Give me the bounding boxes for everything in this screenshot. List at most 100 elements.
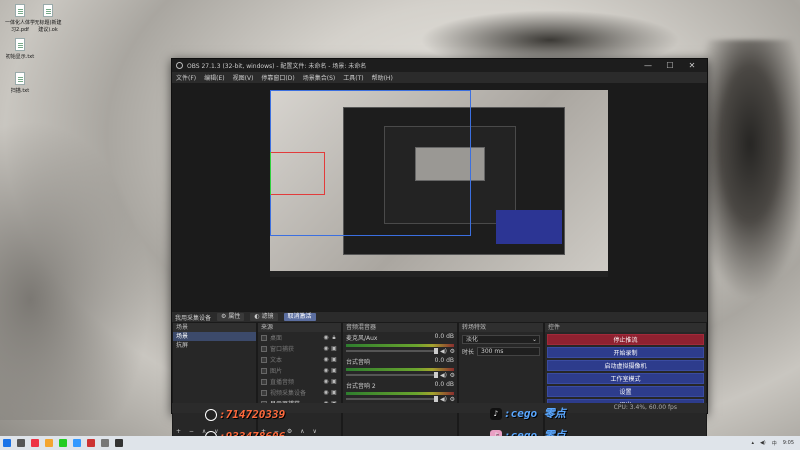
start-virtual-camera-button[interactable]: 启动虚拟摄像机 <box>547 360 704 371</box>
lock-icon[interactable]: ▣ <box>330 378 338 385</box>
mixer-header: 音频混音器 <box>343 323 457 332</box>
menu-edit[interactable]: 编辑(E) <box>204 73 224 82</box>
desktop-icon[interactable]: 无标题(新建 建议).ok <box>28 4 68 33</box>
obs-window: OBS 27.1.3 (32-bit, windows) - 配置文件: 未命名… <box>171 58 708 437</box>
source-item[interactable]: 直播音频 ◉ ▣ <box>258 376 341 387</box>
app-icon[interactable] <box>59 439 67 447</box>
filters-label: 滤镜 <box>261 313 274 320</box>
app-icon[interactable] <box>31 439 39 447</box>
source-item[interactable]: 视频采集设备 ◉ ▣ <box>258 387 341 398</box>
context-bar: 我用采集设备 ⚙ 属性 ◐ 滤镜 取消激活 <box>172 311 707 322</box>
duration-input[interactable]: 300 ms <box>477 347 540 356</box>
menu-docks[interactable]: 停靠窗口(D) <box>261 73 294 82</box>
settings-button[interactable]: 设置 <box>547 386 704 397</box>
menu-view[interactable]: 视图(V) <box>233 73 254 82</box>
minimize-button[interactable]: — <box>637 61 659 70</box>
controls-header: 控件 <box>545 323 706 332</box>
scene-item[interactable]: 抗屏 <box>173 341 256 350</box>
menu-file[interactable]: 文件(F) <box>176 73 196 82</box>
selection-box-red[interactable] <box>270 152 325 195</box>
lock-icon[interactable]: ▣ <box>330 367 338 374</box>
eye-icon[interactable]: ◉ <box>322 378 330 385</box>
menu-tools[interactable]: 工具(T) <box>343 73 363 82</box>
start-recording-button[interactable]: 开始录制 <box>547 347 704 358</box>
volume-slider[interactable] <box>346 372 439 378</box>
stop-streaming-button[interactable]: 停止推流 <box>547 334 704 345</box>
ime-indicator[interactable]: 中 <box>772 440 777 447</box>
menu-help[interactable]: 帮助(H) <box>372 73 393 82</box>
source-item[interactable]: 文本 ◉ ▣ <box>258 354 341 365</box>
deactivate-button[interactable]: 取消激活 <box>283 313 316 321</box>
context-source-name: 我用采集设备 <box>175 314 212 322</box>
tiktok-overlay: ♪:cego 零点 <box>490 405 566 421</box>
tiktok-icon: ♪ <box>490 408 502 420</box>
document-icon <box>43 4 53 17</box>
slider-knob[interactable] <box>434 348 439 354</box>
captured-taskbar <box>270 271 608 277</box>
lock-icon[interactable]: ▣ <box>330 389 338 396</box>
folder-icon[interactable] <box>45 439 53 447</box>
volume-slider[interactable] <box>346 396 439 402</box>
title-bar[interactable]: OBS 27.1.3 (32-bit, windows) - 配置文件: 未命名… <box>172 59 707 72</box>
source-item[interactable]: 桌面 ◉ 🔒︎ <box>258 332 341 343</box>
eye-icon[interactable]: ◉ <box>322 356 330 363</box>
source-type-icon <box>261 367 267 374</box>
eye-icon[interactable]: ◉ <box>322 389 330 396</box>
volume-slider[interactable] <box>346 348 439 354</box>
chevron-down-icon: ⌄ <box>531 336 537 343</box>
sources-header: 来源 <box>258 323 341 332</box>
eye-icon[interactable]: ◉ <box>322 334 330 341</box>
channel-db: 0.0 dB <box>434 333 454 340</box>
lock-icon[interactable]: 🔒︎ <box>330 334 338 342</box>
eye-icon[interactable]: ◉ <box>322 345 330 352</box>
speaker-icon[interactable]: ◀) <box>440 372 447 379</box>
controls-panel: 控件 停止推流 开始录制 启动虚拟摄像机 工作室模式 设置 退出 <box>544 322 707 437</box>
mixer-channel: 台式音响 0.0 dB ◀) ⚙ <box>343 356 457 380</box>
gear-icon[interactable]: ⚙ <box>450 348 455 355</box>
lock-icon[interactable]: ▣ <box>330 345 338 352</box>
source-type-icon <box>261 334 267 341</box>
source-item[interactable]: 窗口捕获 ◉ ▣ <box>258 343 341 354</box>
wallpaper-ink <box>0 120 150 420</box>
menu-bar: 文件(F) 编辑(E) 视图(V) 停靠窗口(D) 场景集合(S) 工具(T) … <box>172 72 707 83</box>
app-icon[interactable] <box>73 439 81 447</box>
network-icon[interactable]: ▴ <box>751 440 754 446</box>
obs-taskbar-icon[interactable] <box>115 439 123 447</box>
qq-icon <box>205 409 217 421</box>
clock[interactable]: 9:05 <box>783 440 794 446</box>
maximize-button[interactable]: ☐ <box>659 61 681 70</box>
search-icon[interactable] <box>17 439 25 447</box>
scene-canvas[interactable] <box>270 90 608 277</box>
source-type-icon <box>261 356 267 363</box>
transitions-header: 转场特效 <box>459 323 543 332</box>
volume-icon[interactable]: ◀) <box>760 440 766 446</box>
desktop-icon-label: 无标题(新建 建议).ok <box>34 20 62 33</box>
speaker-icon[interactable]: ◀) <box>440 396 447 403</box>
transition-select[interactable]: 淡化 ⌄ <box>462 335 540 344</box>
preview-area[interactable]: 我用采集设备 ⚙ 属性 ◐ 滤镜 取消激活 场景 场景 抗屏 + − ∧ ∨ 来… <box>172 83 707 437</box>
lock-icon[interactable]: ▣ <box>330 356 338 363</box>
speaker-icon[interactable]: ◀) <box>440 348 447 355</box>
scene-item[interactable]: 场景 <box>173 332 256 341</box>
desktop-icon[interactable]: 扫描.txt <box>0 72 40 94</box>
channel-db: 0.0 dB <box>434 381 454 388</box>
transition-type: 淡化 <box>466 336 479 343</box>
app-icon[interactable] <box>101 439 109 447</box>
slider-knob[interactable] <box>434 396 439 402</box>
gear-icon[interactable]: ⚙ <box>450 372 455 379</box>
properties-button[interactable]: ⚙ 属性 <box>217 313 245 321</box>
close-button[interactable]: ✕ <box>681 61 703 70</box>
window-title: OBS 27.1.3 (32-bit, windows) - 配置文件: 未命名… <box>187 63 367 70</box>
filters-button[interactable]: ◐ 滤镜 <box>250 313 278 321</box>
studio-mode-button[interactable]: 工作室模式 <box>547 373 704 384</box>
volume-meter <box>346 392 454 395</box>
document-icon <box>15 38 25 51</box>
source-item[interactable]: 图片 ◉ ▣ <box>258 365 341 376</box>
start-icon[interactable] <box>3 439 11 447</box>
eye-icon[interactable]: ◉ <box>322 367 330 374</box>
desktop-icon[interactable]: 初始显示.txt <box>0 38 40 60</box>
app-icon[interactable] <box>87 439 95 447</box>
menu-scene-collection[interactable]: 场景集合(S) <box>303 73 336 82</box>
slider-knob[interactable] <box>434 372 439 378</box>
gear-icon[interactable]: ⚙ <box>450 396 455 403</box>
